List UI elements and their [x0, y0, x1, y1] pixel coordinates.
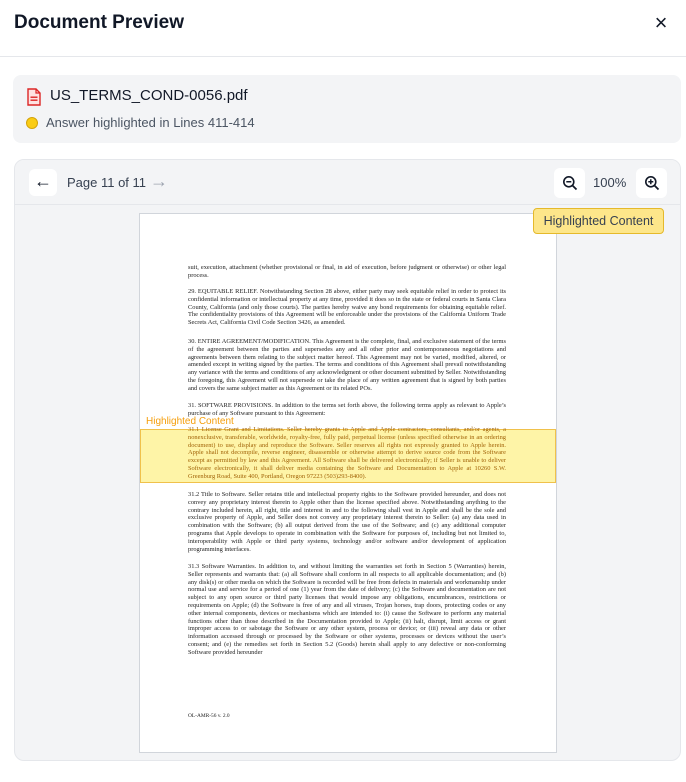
pdf-file-icon	[27, 88, 41, 106]
zoom-out-icon	[562, 176, 577, 191]
zoom-out-button[interactable]	[554, 168, 585, 198]
modal-header: Document Preview ×	[0, 0, 686, 48]
paragraph-equitable-relief: 29. EQUITABLE RELIEF. Notwithstanding Se…	[188, 288, 506, 327]
paragraph-title-to-software: 31.2 Title to Software. Seller retains t…	[188, 491, 506, 553]
paragraph-suit-execution: suit, execution, attachment (whether pro…	[188, 264, 506, 279]
close-button[interactable]: ×	[650, 12, 672, 35]
document-viewer: ← Page 11 of 11 → 100% Highlighted Conte…	[14, 159, 681, 761]
next-page-button[interactable]: →	[145, 169, 173, 196]
paragraph-software-provisions: 31. SOFTWARE PROVISIONS. In addition to …	[188, 402, 506, 417]
zoom-in-icon	[644, 176, 659, 191]
paragraph-license-grant: 31.1 License Grant and Limitations. Sell…	[188, 426, 506, 480]
document-footer: OL-AMR-56 v. 2.0	[188, 713, 230, 719]
answer-status: Answer highlighted in Lines 411-414	[46, 115, 255, 130]
page-title: Document Preview	[14, 12, 184, 33]
zoom-in-button[interactable]	[636, 168, 667, 198]
paragraph-entire-agreement: 30. ENTIRE AGREEMENT/MODIFICATION. This …	[188, 338, 506, 392]
status-dot	[26, 117, 38, 129]
document-page: Highlighted Content suit, execution, att…	[139, 213, 557, 753]
highlighted-content-badge[interactable]: Highlighted Content	[533, 208, 664, 234]
divider	[0, 56, 686, 57]
file-name: US_TERMS_COND-0056.pdf	[50, 87, 248, 104]
zoom-level: 100%	[593, 175, 627, 190]
viewer-toolbar: ← Page 11 of 11 → 100%	[15, 160, 680, 205]
file-info-card: US_TERMS_COND-0056.pdf Answer highlighte…	[13, 75, 681, 143]
previous-page-button[interactable]: ←	[29, 169, 57, 196]
paragraph-software-warranties: 31.3 Software Warranties. In addition to…	[188, 563, 506, 656]
page-indicator: Page 11 of 11	[67, 175, 147, 190]
